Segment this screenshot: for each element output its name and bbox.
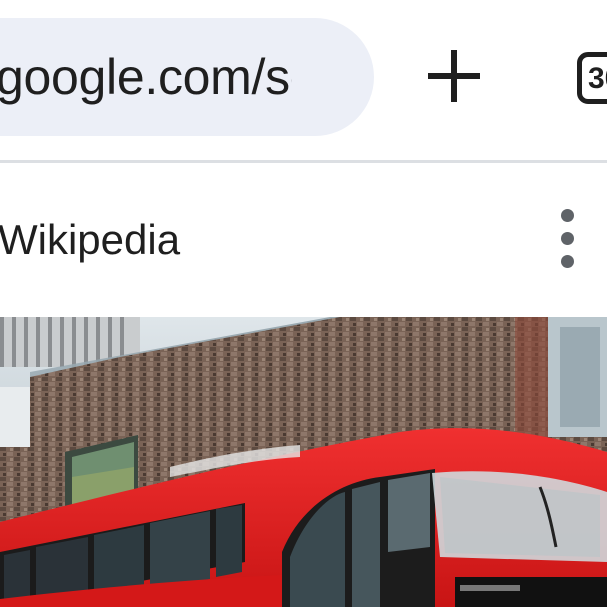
result-header: Wikipedia <box>0 163 607 317</box>
tab-switcher-button[interactable]: 30 <box>577 52 607 104</box>
brick-pillar <box>515 317 548 437</box>
browser-viewport: google.com/search 30 Wikipedia <box>0 0 607 607</box>
new-tab-button[interactable] <box>424 46 484 106</box>
more-options-button[interactable] <box>548 206 588 272</box>
browser-toolbar: google.com/search 30 <box>0 0 607 163</box>
address-bar[interactable]: google.com/search <box>0 18 374 136</box>
tab-count: 30 <box>588 62 607 95</box>
window-left <box>0 387 30 447</box>
result-image[interactable] <box>0 317 607 607</box>
more-vert-icon-dot <box>561 255 574 268</box>
url-text[interactable]: google.com/search <box>0 18 292 136</box>
more-vert-icon-dot <box>561 232 574 245</box>
destination-blind <box>455 577 607 607</box>
more-vert-icon <box>561 209 574 222</box>
plus-icon <box>428 50 480 102</box>
result-title[interactable]: Wikipedia <box>0 163 180 317</box>
